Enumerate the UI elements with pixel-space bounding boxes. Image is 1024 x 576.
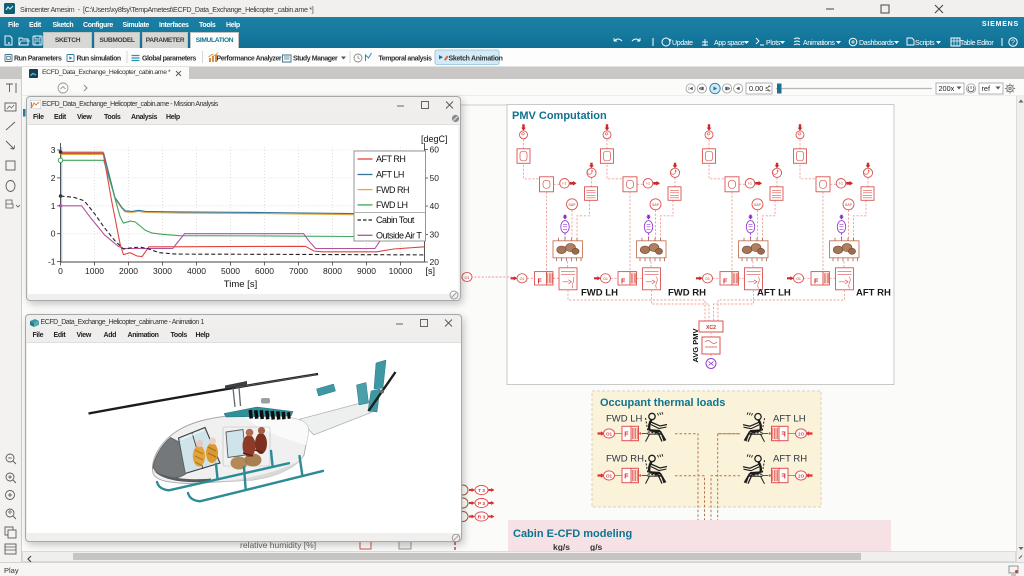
svg-text:App space: App space xyxy=(714,40,745,47)
svg-text:AVG PMV: AVG PMV xyxy=(691,328,700,362)
svg-text:Sketch Animation: Sketch Animation xyxy=(449,56,503,63)
svg-text:Global parameters: Global parameters xyxy=(142,56,196,63)
svg-text:[s]: [s] xyxy=(426,266,436,276)
svg-text:T 3: T 3 xyxy=(478,488,485,494)
svg-text:Dashboards: Dashboards xyxy=(859,40,895,47)
svg-text:AFT LH: AFT LH xyxy=(376,170,404,180)
svg-text:FWD RH: FWD RH xyxy=(376,185,409,195)
svg-text:0.00 s: 0.00 s xyxy=(749,84,769,93)
svg-text:FWD LH: FWD LH xyxy=(376,200,408,210)
svg-text:Time [s]: Time [s] xyxy=(224,279,257,290)
svg-text:9000: 9000 xyxy=(357,266,376,276)
svg-text:Update: Update xyxy=(672,40,693,47)
svg-text:Temporal analysis: Temporal analysis xyxy=(379,56,432,63)
svg-text:FWD LH: FWD LH xyxy=(606,414,643,425)
svg-text:50: 50 xyxy=(430,173,440,183)
svg-text:Cabin Tout: Cabin Tout xyxy=(376,215,415,225)
svg-text:AFT RH: AFT RH xyxy=(773,454,807,465)
svg-text:P 3: P 3 xyxy=(478,501,485,507)
svg-text:AFT LH: AFT LH xyxy=(757,288,791,299)
svg-text:AFT LH: AFT LH xyxy=(773,414,806,425)
svg-text:?: ? xyxy=(1011,40,1015,47)
svg-text:[degC]: [degC] xyxy=(421,134,448,144)
svg-text:ref: ref xyxy=(982,84,991,93)
svg-text:Cabin E-CFD modeling: Cabin E-CFD modeling xyxy=(513,528,632,540)
svg-text:FWD RH: FWD RH xyxy=(668,288,706,299)
svg-text:6000: 6000 xyxy=(255,266,274,276)
svg-text:8000: 8000 xyxy=(323,266,342,276)
svg-text:Plots: Plots xyxy=(766,40,781,47)
svg-text:60: 60 xyxy=(430,145,440,155)
svg-text:3000: 3000 xyxy=(153,266,172,276)
svg-text:Occupant thermal loads: Occupant thermal loads xyxy=(600,397,725,409)
svg-text:AFT RH: AFT RH xyxy=(376,154,405,164)
svg-text:1: 1 xyxy=(51,201,56,211)
svg-text:4000: 4000 xyxy=(187,266,206,276)
svg-text:5000: 5000 xyxy=(221,266,240,276)
svg-text:1000: 1000 xyxy=(85,266,104,276)
svg-text:30: 30 xyxy=(430,230,440,240)
svg-text:40: 40 xyxy=(430,201,440,211)
svg-text:Scripts: Scripts xyxy=(915,40,935,47)
svg-text:0: 0 xyxy=(51,229,56,239)
svg-text:Run Parameters: Run Parameters xyxy=(14,56,62,63)
svg-text:200x: 200x xyxy=(939,84,955,93)
svg-text:PMV Computation: PMV Computation xyxy=(512,110,607,122)
svg-text:3: 3 xyxy=(51,145,56,155)
svg-text:Run simulation: Run simulation xyxy=(77,56,121,63)
svg-text:Outside Air T: Outside Air T xyxy=(376,231,422,241)
svg-text:Performance Analyzer: Performance Analyzer xyxy=(217,56,282,63)
svg-text:R 3: R 3 xyxy=(478,515,486,521)
svg-text:FWD RH: FWD RH xyxy=(606,454,644,465)
svg-text:Animations: Animations xyxy=(803,40,835,47)
svg-text:2: 2 xyxy=(51,173,56,183)
svg-text:2000: 2000 xyxy=(119,266,138,276)
svg-text:XC2: XC2 xyxy=(706,325,716,331)
svg-text:-1: -1 xyxy=(48,257,56,267)
svg-text:0: 0 xyxy=(58,266,63,276)
svg-text:Study Manager: Study Manager xyxy=(293,56,338,63)
svg-text:10000: 10000 xyxy=(389,266,413,276)
svg-text:Table Editor: Table Editor xyxy=(960,40,994,47)
svg-text:7000: 7000 xyxy=(289,266,308,276)
svg-text:FWD LH: FWD LH xyxy=(581,288,618,299)
svg-text:AFT RH: AFT RH xyxy=(856,288,891,299)
svg-text:O1: O1 xyxy=(464,276,469,280)
